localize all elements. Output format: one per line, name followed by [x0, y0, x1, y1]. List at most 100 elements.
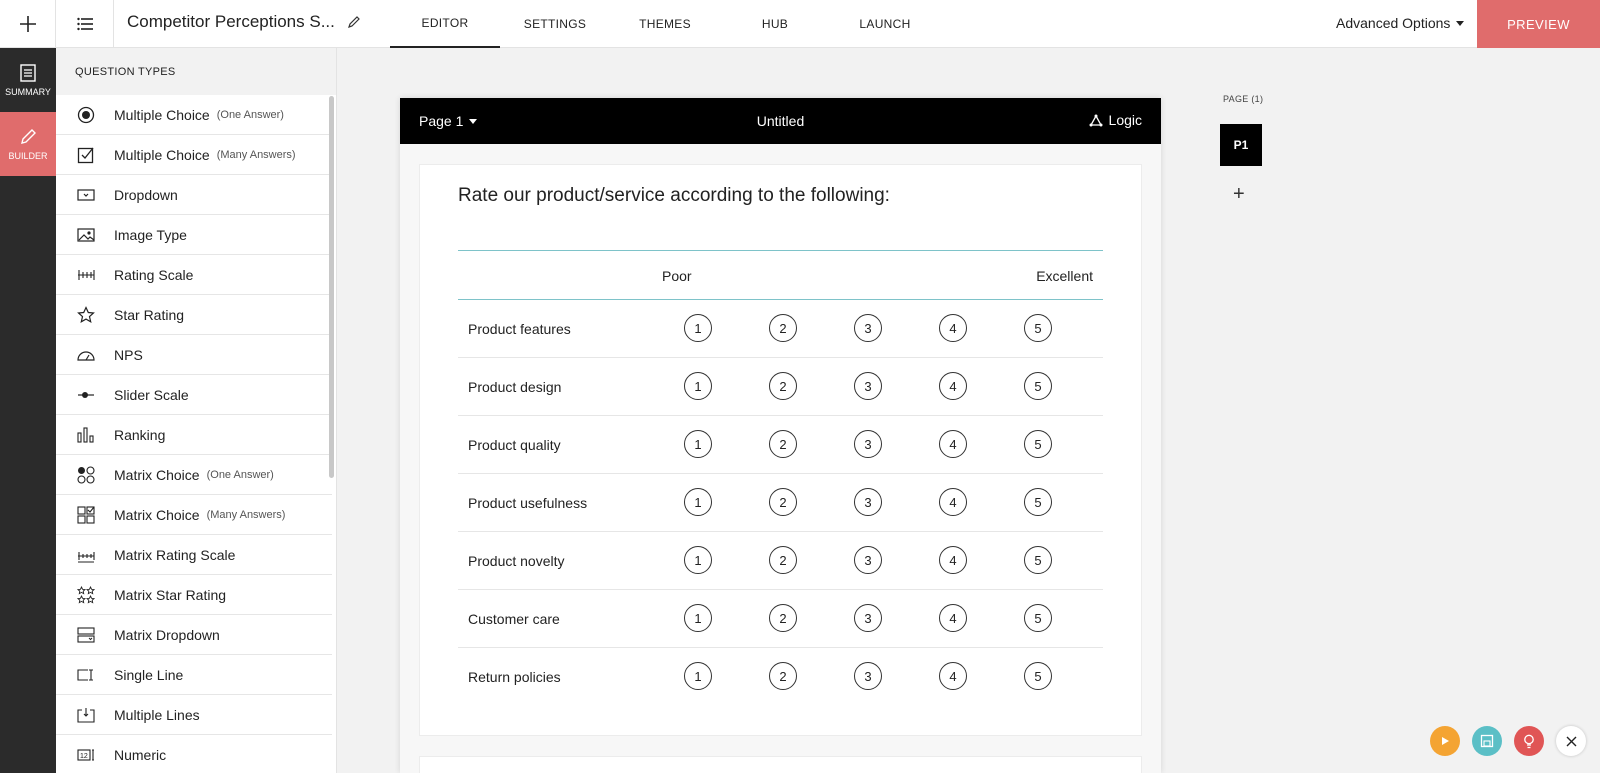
- rating-option[interactable]: 4: [939, 372, 967, 400]
- rating-option[interactable]: 2: [769, 372, 797, 400]
- rail-summary-label: SUMMARY: [5, 86, 51, 97]
- matrix-row: Customer care 1 2 3 4 5: [458, 590, 1103, 648]
- survey-title[interactable]: Competitor Perceptions S...: [127, 12, 335, 32]
- next-question-card[interactable]: [419, 756, 1142, 773]
- play-button[interactable]: [1430, 726, 1460, 756]
- rating-option[interactable]: 1: [684, 604, 712, 632]
- qtype-nps[interactable]: NPS: [56, 335, 332, 375]
- page-header-bar: Page 1 Untitled Logic: [400, 98, 1161, 144]
- left-rail: SUMMARY BUILDER: [0, 48, 56, 773]
- qtype-rating-scale[interactable]: Rating Scale: [56, 255, 332, 295]
- qtype-label: Multiple Choice: [114, 106, 210, 123]
- rating-option[interactable]: 1: [684, 314, 712, 342]
- tab-themes[interactable]: THEMES: [610, 0, 720, 48]
- panel-scrollbar[interactable]: [329, 96, 334, 478]
- rating-option[interactable]: 3: [854, 430, 882, 458]
- matrix-rating-icon: [76, 545, 96, 565]
- rating-matrix: Poor Excellent Product features 1 2 3 4 5 Prod…: [458, 250, 1103, 706]
- rating-option[interactable]: 1: [684, 662, 712, 690]
- qtype-single-line[interactable]: Single Line: [56, 655, 332, 695]
- plus-icon: [19, 15, 36, 32]
- close-icon: [1566, 736, 1576, 746]
- rail-builder[interactable]: BUILDER: [0, 112, 56, 176]
- qtype-ranking[interactable]: Ranking: [56, 415, 332, 455]
- qtype-image-type[interactable]: Image Type: [56, 215, 332, 255]
- rating-option[interactable]: 4: [939, 662, 967, 690]
- rating-option[interactable]: 5: [1024, 314, 1052, 342]
- qtype-multiple-choice-one[interactable]: Multiple Choice (One Answer): [56, 95, 332, 135]
- qtype-multiple-lines[interactable]: Multiple Lines: [56, 695, 332, 735]
- rating-option[interactable]: 5: [1024, 488, 1052, 516]
- rating-option[interactable]: 4: [939, 488, 967, 516]
- menu-button[interactable]: [56, 0, 114, 48]
- qtype-multiple-choice-many[interactable]: Multiple Choice (Many Answers): [56, 135, 332, 175]
- save-button[interactable]: [1472, 726, 1502, 756]
- logic-icon: [1089, 114, 1103, 126]
- rail-summary[interactable]: SUMMARY: [0, 48, 56, 112]
- matrix-row: Product features 1 2 3 4 5: [458, 300, 1103, 358]
- matrix-row-label: Product usefulness: [468, 494, 588, 511]
- rating-option[interactable]: 1: [684, 546, 712, 574]
- tips-button[interactable]: [1514, 726, 1544, 756]
- close-button[interactable]: [1556, 726, 1586, 756]
- rating-option[interactable]: 5: [1024, 372, 1052, 400]
- preview-button[interactable]: PREVIEW: [1477, 0, 1600, 48]
- qtype-matrix-dropdown[interactable]: Matrix Dropdown: [56, 615, 332, 655]
- qtype-label: Ranking: [114, 426, 166, 443]
- advanced-options-dropdown[interactable]: Advanced Options: [1336, 15, 1465, 31]
- rating-option[interactable]: 1: [684, 430, 712, 458]
- qtype-numeric[interactable]: 12 Numeric: [56, 735, 332, 773]
- page-thumb-p1[interactable]: P1: [1220, 124, 1262, 166]
- rating-option[interactable]: 3: [854, 604, 882, 632]
- rating-option[interactable]: 4: [939, 430, 967, 458]
- rating-option[interactable]: 3: [854, 662, 882, 690]
- tab-settings[interactable]: SETTINGS: [500, 0, 610, 48]
- qtype-dropdown[interactable]: Dropdown: [56, 175, 332, 215]
- tab-launch[interactable]: LAUNCH: [830, 0, 940, 48]
- rating-option[interactable]: 5: [1024, 604, 1052, 632]
- add-page-button[interactable]: +: [1233, 183, 1245, 206]
- rating-option[interactable]: 2: [769, 314, 797, 342]
- rating-option[interactable]: 5: [1024, 546, 1052, 574]
- qtype-matrix-star-rating[interactable]: Matrix Star Rating: [56, 575, 332, 615]
- qtype-label: NPS: [114, 346, 143, 363]
- rating-option[interactable]: 5: [1024, 662, 1052, 690]
- rating-option[interactable]: 3: [854, 372, 882, 400]
- rating-option[interactable]: 1: [684, 372, 712, 400]
- rating-option[interactable]: 2: [769, 488, 797, 516]
- scale-high-label: Excellent: [1036, 268, 1093, 284]
- qtype-sub: (One Answer): [206, 468, 274, 481]
- rating-option[interactable]: 4: [939, 604, 967, 632]
- document-icon: [20, 63, 36, 82]
- rating-option[interactable]: 2: [769, 604, 797, 632]
- rating-option[interactable]: 3: [854, 546, 882, 574]
- rating-option[interactable]: 3: [854, 314, 882, 342]
- question-text[interactable]: Rate our product/service according to th…: [458, 185, 890, 207]
- rating-option[interactable]: 2: [769, 430, 797, 458]
- qtype-matrix-choice-one[interactable]: Matrix Choice (One Answer): [56, 455, 332, 495]
- matrix-row: Product usefulness 1 2 3 4 5: [458, 474, 1103, 532]
- qtype-star-rating[interactable]: Star Rating: [56, 295, 332, 335]
- qtype-matrix-choice-many[interactable]: Matrix Choice (Many Answers): [56, 495, 332, 535]
- tab-editor[interactable]: EDITOR: [390, 0, 500, 48]
- rating-option[interactable]: 1: [684, 488, 712, 516]
- page-title[interactable]: Untitled: [400, 113, 1161, 129]
- rating-option[interactable]: 2: [769, 546, 797, 574]
- rating-option[interactable]: 5: [1024, 430, 1052, 458]
- logic-button[interactable]: Logic: [1089, 112, 1142, 128]
- qtype-label: Numeric: [114, 746, 167, 763]
- scale-low-label: Poor: [662, 268, 692, 284]
- rating-option[interactable]: 2: [769, 662, 797, 690]
- add-survey-button[interactable]: [0, 0, 56, 48]
- qtype-matrix-rating-scale[interactable]: Matrix Rating Scale: [56, 535, 332, 575]
- qtype-label: Multiple Lines: [114, 706, 200, 723]
- checkbox-icon: [76, 145, 96, 165]
- matrix-row-label: Product novelty: [468, 552, 565, 569]
- question-card[interactable]: Rate our product/service according to th…: [419, 164, 1142, 736]
- tab-hub[interactable]: HUB: [720, 0, 830, 48]
- rating-option[interactable]: 3: [854, 488, 882, 516]
- edit-title-icon[interactable]: [347, 15, 361, 34]
- qtype-slider-scale[interactable]: Slider Scale: [56, 375, 332, 415]
- rating-option[interactable]: 4: [939, 314, 967, 342]
- rating-option[interactable]: 4: [939, 546, 967, 574]
